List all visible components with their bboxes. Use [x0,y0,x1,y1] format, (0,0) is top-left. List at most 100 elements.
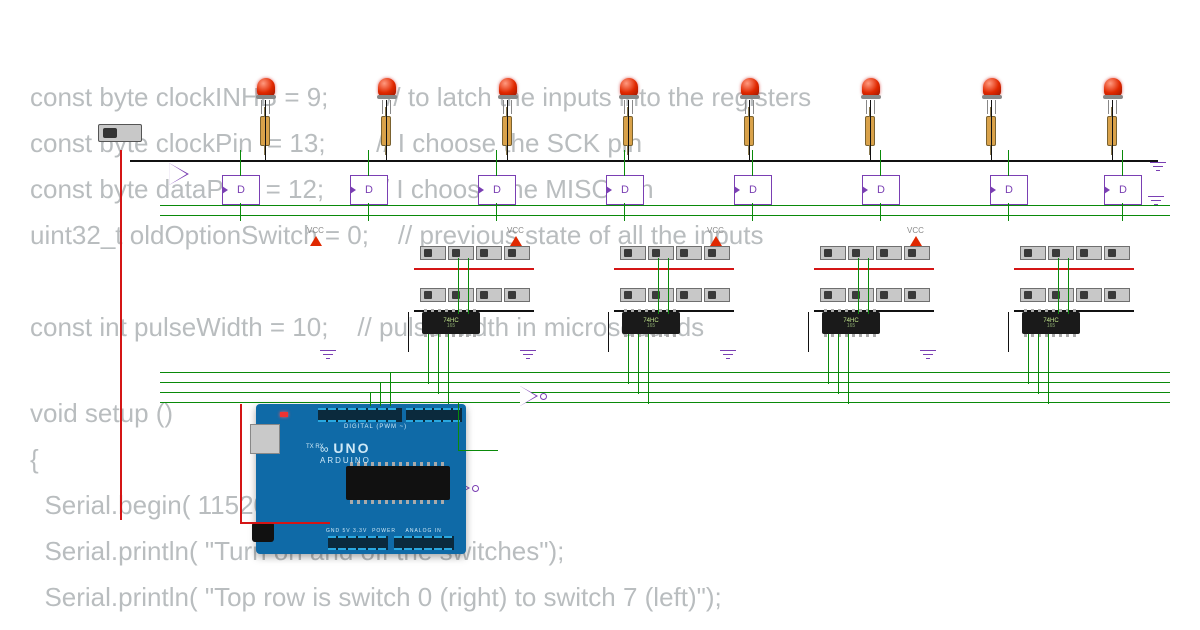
dip-switch[interactable] [704,288,730,302]
wire [624,150,625,176]
wire-clk [160,382,1170,383]
dip-switch[interactable] [620,288,646,302]
vcc-icon [510,236,522,246]
shift-register-74hc165: 74HC165 [1022,312,1080,334]
dip-switch[interactable] [676,288,702,302]
vcc-icon [710,236,722,246]
dip-switch[interactable] [820,288,846,302]
wire [458,258,459,314]
wire-5v [1014,268,1134,270]
led-2 [499,78,517,104]
vcc-label: VCC [507,226,524,235]
board-brand: ∞ UNO ARDUINO [320,440,371,465]
buffer-gate [169,163,189,185]
wire [880,150,881,176]
ground-icon [920,350,936,364]
wire-5v [614,268,734,270]
barrel-jack [252,522,274,542]
ground-icon [1148,196,1164,210]
wire [240,150,241,176]
wire [370,392,371,406]
bus-gnd [130,160,1158,162]
d-flipflop-2: D [478,175,516,205]
header-digital-left[interactable] [318,408,402,422]
dip-switch[interactable] [820,246,846,260]
dip-switch[interactable] [848,246,874,260]
arduino-uno[interactable]: DIGITAL (PWM ~) ∞ UNO ARDUINO TX RX GND … [256,404,466,554]
header-analog[interactable] [394,536,454,550]
d-flipflop-7: D [1104,175,1142,205]
dip-switch[interactable] [1020,246,1046,260]
board-model: UNO [333,440,370,456]
usb-port [250,424,280,454]
wire [390,372,391,406]
wire [458,402,459,450]
wire [448,334,449,404]
dip-switch[interactable] [876,246,902,260]
wire-5v [240,522,330,524]
dip-switch[interactable] [848,288,874,302]
dip-switch[interactable] [1020,288,1046,302]
d-flipflop-6: D [990,175,1028,205]
dip-switch[interactable] [1104,246,1130,260]
wire [858,258,859,314]
power-switch[interactable] [98,124,142,142]
dip-switch[interactable] [476,288,502,302]
wire [496,150,497,176]
led-3 [620,78,638,104]
code-line: uint32_t oldOptionSwitch = 0; // previou… [30,220,1170,251]
vcc-label: VCC [307,226,324,235]
header-power[interactable] [328,536,388,550]
vcc-icon [910,236,922,246]
wire [1038,334,1039,394]
dip-switch[interactable] [1104,288,1130,302]
power-label: GND 5V 3.3V POWER ANALOG IN [326,528,442,534]
wire [265,100,266,162]
power-led-icon [280,412,288,417]
dip-switch[interactable] [476,246,502,260]
d-flipflop-1: D [350,175,388,205]
led-4 [741,78,759,104]
wire [380,382,381,406]
dip-switch[interactable] [504,288,530,302]
header-digital-right[interactable] [406,408,462,422]
dip-switch[interactable] [904,246,930,260]
wire [868,258,869,314]
wire [808,312,809,352]
code-line: const int pulseWidth = 10; // pulse widt… [30,312,1170,343]
wire [848,334,849,404]
wire-5v [414,268,534,270]
dip-switch[interactable] [648,288,674,302]
dip-switch[interactable] [420,246,446,260]
wire-qout [160,215,1170,216]
wire [608,312,609,352]
dip-switch[interactable] [620,246,646,260]
dip-switch[interactable] [1076,288,1102,302]
dip-switch[interactable] [904,288,930,302]
led-1 [378,78,396,104]
wire-enable [160,372,1170,373]
inverter-icon [520,386,538,406]
wire [749,100,750,162]
dip-switch[interactable] [1048,288,1074,302]
wire [1122,150,1123,176]
dip-switch[interactable] [504,246,530,260]
wire [1008,150,1009,176]
dip-switch[interactable] [1076,246,1102,260]
vcc-label: VCC [907,226,924,235]
wire [368,150,369,176]
led-5 [862,78,880,104]
d-flipflop-4: D [734,175,772,205]
dip-switch[interactable] [704,246,730,260]
code-line: const byte clockPin = 13; // I choose th… [30,128,1170,159]
dip-switch[interactable] [676,246,702,260]
dip-switch[interactable] [448,246,474,260]
wire-data [160,402,1170,403]
d-flipflop-5: D [862,175,900,205]
dip-switch[interactable] [1048,246,1074,260]
dip-switch[interactable] [448,288,474,302]
dip-switch[interactable] [420,288,446,302]
wire-latch [160,392,1170,393]
dip-switch[interactable] [648,246,674,260]
dip-switch[interactable] [876,288,902,302]
